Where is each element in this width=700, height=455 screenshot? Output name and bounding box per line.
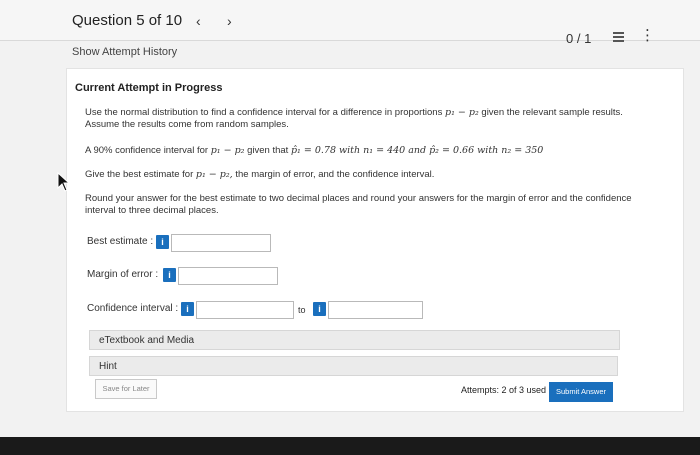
top-bar: Question 5 of 10 ‹ ›	[0, 0, 700, 41]
intro-text-end: given the relevant sample results.	[481, 107, 623, 118]
info-icon[interactable]: i	[156, 235, 169, 249]
chevron-left-icon[interactable]: ‹	[196, 13, 201, 29]
best-estimate-input[interactable]	[171, 234, 271, 252]
best-p: p₁ − p₂,	[195, 169, 233, 180]
attempt-panel: Current Attempt in Progress Use the norm…	[66, 68, 684, 412]
submit-answer-button[interactable]: Submit Answer	[549, 382, 613, 402]
mouse-cursor-icon	[57, 172, 71, 192]
show-attempt-history-link[interactable]: Show Attempt History	[72, 46, 177, 58]
question-title: Question 5 of 10	[72, 12, 183, 29]
best-estimate-label: Best estimate :	[87, 236, 154, 247]
screen: Question 5 of 10 ‹ › 0 / 1 ⋮ Show Attemp…	[0, 0, 700, 437]
save-for-later-button[interactable]: Save for Later	[95, 379, 157, 399]
to-label: to	[298, 305, 306, 315]
confidence-interval-label: Confidence interval :	[87, 303, 179, 314]
given-mid: given that	[247, 145, 289, 156]
intro-text: Use the normal distribution to find a co…	[85, 107, 443, 118]
rounding-instruction: Round your answer for the best estimate …	[85, 193, 675, 217]
info-icon[interactable]: i	[181, 302, 194, 316]
given-prefix: A 90% confidence interval for	[85, 145, 209, 156]
margin-of-error-label: Margin of error :	[87, 269, 159, 280]
attempt-title: Current Attempt in Progress	[75, 82, 223, 94]
given-math: p̂₁ = 0.78 with n₁ = 440 and p̂₂ = 0.66 …	[290, 145, 544, 156]
best-suffix: the margin of error, and the confidence …	[235, 169, 435, 180]
given-p: p₁ − p₂	[210, 145, 245, 156]
info-icon[interactable]: i	[313, 302, 326, 316]
margin-of-error-input[interactable]	[178, 267, 278, 285]
list-icon[interactable]	[610, 32, 624, 43]
etextbook-media-section[interactable]: eTextbook and Media	[89, 330, 620, 350]
round-line-2: interval to three decimal places.	[85, 205, 219, 216]
ci-upper-input[interactable]	[328, 301, 423, 319]
round-line-1: Round your answer for the best estimate …	[85, 193, 632, 204]
info-icon[interactable]: i	[163, 268, 176, 282]
attempts-count: Attempts: 2 of 3 used	[461, 385, 547, 395]
ci-lower-input[interactable]	[196, 301, 294, 319]
chevron-right-icon[interactable]: ›	[227, 13, 232, 29]
given-line: A 90% confidence interval for p₁ − p₂ gi…	[85, 145, 675, 157]
intro-math: p₁ − p₂	[444, 107, 479, 118]
intro-line-2: Assume the results come from random samp…	[85, 119, 289, 130]
question-intro: Use the normal distribution to find a co…	[85, 107, 675, 131]
kebab-menu-icon[interactable]: ⋮	[640, 28, 655, 43]
hint-section[interactable]: Hint	[89, 356, 618, 376]
best-prefix: Give the best estimate for	[85, 169, 194, 180]
best-estimate-instruction: Give the best estimate for p₁ − p₂, the …	[85, 169, 675, 181]
score-display: 0 / 1	[566, 31, 592, 46]
